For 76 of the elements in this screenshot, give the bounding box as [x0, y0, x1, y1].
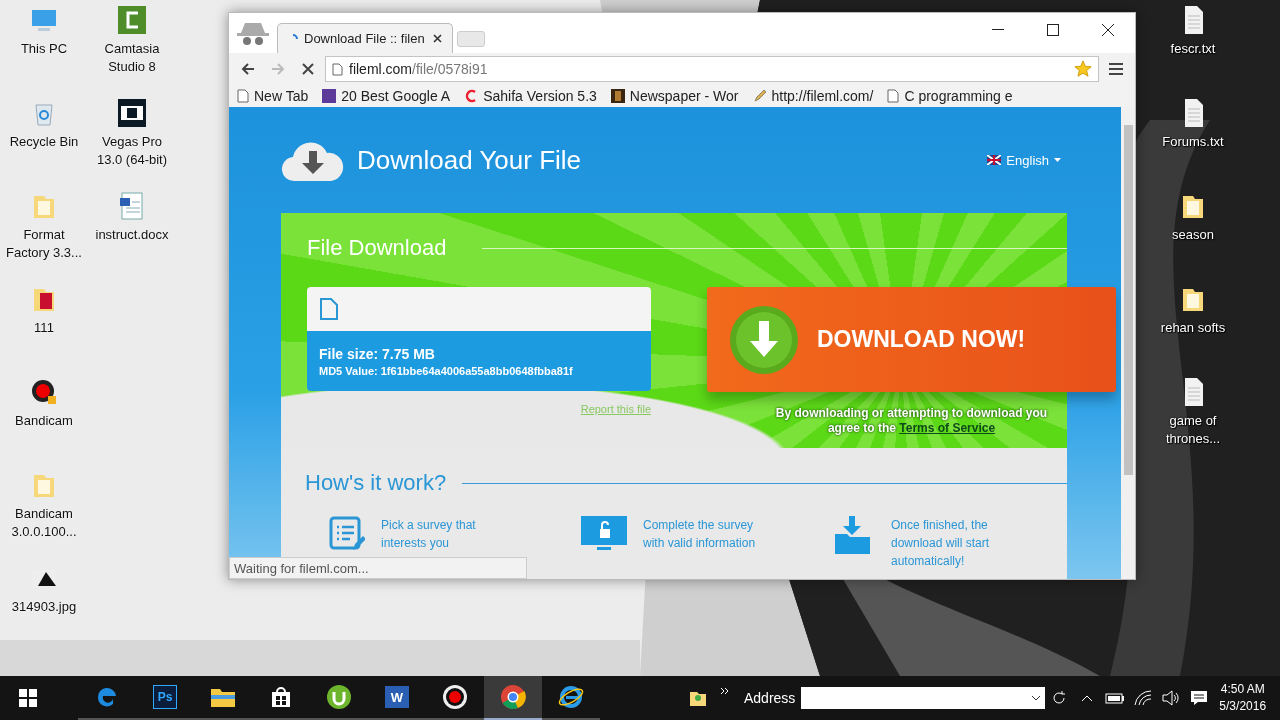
desktop-icon-label[interactable]: game of thrones...: [1149, 412, 1237, 448]
camtasia-icon: [116, 4, 148, 36]
close-icon[interactable]: [433, 34, 442, 43]
desktop-icon-label[interactable]: Camtasia Studio 8: [88, 40, 176, 76]
windows-icon: [19, 689, 37, 707]
desktop-icon-label[interactable]: Bandicam: [15, 412, 73, 430]
bookmark[interactable]: 20 Best Google A: [322, 88, 451, 104]
download-button[interactable]: DOWNLOAD NOW!: [707, 287, 1116, 392]
site-icon: [610, 89, 625, 103]
edge-icon: [95, 685, 119, 709]
step-text: Pick a survey that interests you: [381, 517, 477, 552]
desktop-icon-label[interactable]: 111: [34, 319, 54, 337]
back-arrow-icon: [240, 61, 256, 77]
desktop-icon-label[interactable]: rehan softs: [1160, 319, 1226, 337]
bookmark[interactable]: New Tab: [237, 88, 309, 104]
word-icon: W: [385, 686, 409, 708]
chrome-icon: [500, 684, 526, 710]
utorrent-icon: [326, 684, 352, 710]
star-icon[interactable]: [1074, 60, 1092, 78]
flag-icon: [987, 155, 1002, 165]
chevron-icon[interactable]: [720, 687, 730, 697]
taskbar-app-button[interactable]: W: [368, 676, 426, 720]
desktop-icon-label[interactable]: Forums.txt: [1162, 133, 1224, 151]
folder-icon: [210, 686, 236, 708]
browser-tab[interactable]: Download File :: filen: [277, 23, 453, 53]
file-icon: [319, 297, 339, 321]
clock[interactable]: 4:50 AM 5/3/2016: [1219, 681, 1267, 715]
section-title: How's it work?: [305, 470, 447, 496]
close-icon: [1101, 24, 1114, 36]
bookmark[interactable]: Sahifa Version 5.3: [464, 88, 597, 104]
film-icon: [116, 97, 148, 129]
card-title: File Download: [307, 235, 447, 261]
desktop-icon-label[interactable]: Recycle Bin: [9, 133, 79, 151]
page-icon: [332, 62, 343, 76]
step-text: Once finished, the download will start automatically!: [891, 517, 991, 570]
stop-icon: [300, 61, 316, 77]
desktop-icon-label[interactable]: Bandicam 3.0.0.100...: [0, 505, 88, 541]
md5-value: MD5 Value: 1f61bbe64a4006a55a8bb0648fbba81f: [319, 364, 574, 377]
desktop-icon-label[interactable]: fescr.txt: [1170, 40, 1216, 58]
address-label: Address: [744, 690, 796, 706]
desktop-icon-label[interactable]: Format Factory 3.3...: [0, 226, 88, 262]
address-bar[interactable]: fileml.com/file/0578i91: [325, 56, 1099, 82]
page-icon: [887, 89, 900, 103]
address-field[interactable]: [801, 687, 1046, 709]
page-title: Download Your File: [357, 144, 582, 176]
terms-link[interactable]: Terms of Service: [899, 421, 996, 435]
checklist-icon: [329, 516, 365, 552]
minimize-icon: [991, 29, 1004, 31]
maximize-icon: [1046, 24, 1059, 36]
scrollbar[interactable]: [1121, 107, 1135, 579]
file-size: File size: 7.75 MB: [319, 345, 436, 362]
taskbar-app-button[interactable]: [484, 676, 542, 720]
bookmark[interactable]: http://fileml.com/: [752, 88, 874, 104]
caret-icon: [1054, 158, 1061, 162]
taskbar-app-button[interactable]: Ps: [136, 676, 194, 720]
page-icon: [237, 89, 249, 103]
internet-explorer-icon: [558, 684, 584, 710]
step-text: Complete the survey with valid information: [643, 517, 757, 552]
desktop-icon-label[interactable]: This PC: [20, 40, 68, 58]
site-icon: [322, 89, 337, 103]
desktop-icon-label[interactable]: Vegas Pro 13.0 (64-bit): [88, 133, 176, 169]
pencil-icon: [752, 89, 767, 103]
status-bubble: Waiting for fileml.com...: [229, 557, 527, 579]
bookmark[interactable]: C programming e: [887, 88, 1013, 104]
menu-icon: [1109, 63, 1123, 75]
caret-icon[interactable]: [1031, 695, 1042, 701]
shopping-bag-icon: [269, 685, 293, 709]
desktop-icon-label[interactable]: instruct.docx: [95, 226, 169, 244]
desktop-icon-label[interactable]: 314903.jpg: [11, 598, 77, 616]
photoshop-icon: Ps: [153, 685, 177, 709]
bookmark[interactable]: Newspaper - Wor: [610, 88, 739, 104]
forward-arrow-icon: [270, 61, 286, 77]
refresh-icon: [1051, 690, 1068, 706]
terms-text: By downloading or attempting to download you agree to the Terms of Service: [774, 406, 1049, 436]
record-icon: [442, 684, 468, 710]
desktop-icon-label[interactable]: season: [1172, 226, 1214, 244]
